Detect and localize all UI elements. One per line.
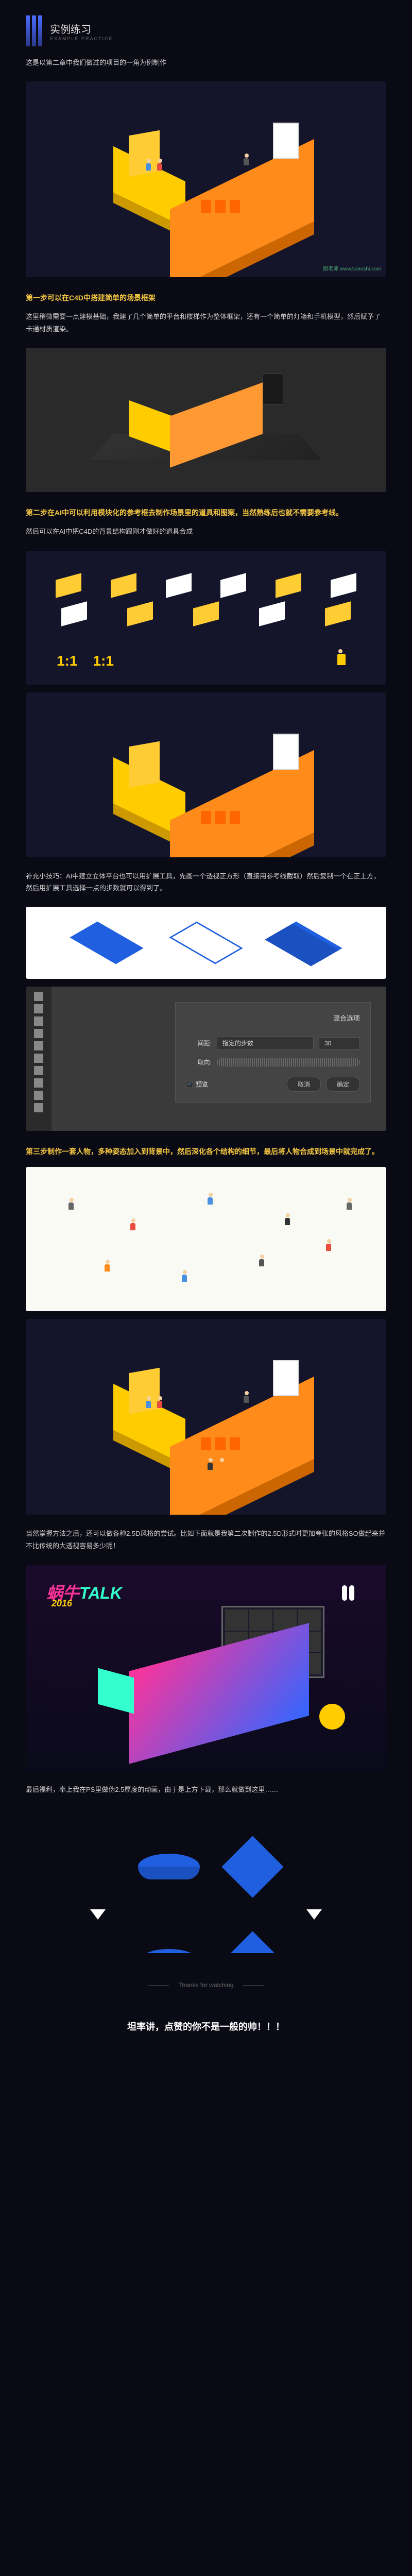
spacing-input[interactable] <box>319 1037 360 1049</box>
watermark: 图老师 www.tulaoshi.com <box>323 264 381 272</box>
ratio-label-2: 1:1 <box>93 653 113 669</box>
preview-checkbox[interactable]: ✓ <box>186 1081 193 1088</box>
step1-title: 第一步可以在C4D中搭建简单的场景框架 <box>0 285 412 306</box>
preview-label: 预览 <box>196 1080 208 1089</box>
footer-tagline: 坦率讲，点赞的你不是一般的帅！！！ <box>0 2009 412 2043</box>
tool-icon[interactable] <box>34 1041 43 1050</box>
transform-demo <box>26 1809 386 1953</box>
tool-icon[interactable] <box>34 1078 43 1088</box>
bunny-ears-icon <box>341 1585 355 1603</box>
header-title: 实例练习 <box>50 21 113 36</box>
blue-squares-demo <box>26 907 386 979</box>
step3-title: 第三步制作一套人物，多种姿态加入到背景中，然后深化各个结构的细节，最后将人物合成… <box>0 1139 412 1159</box>
section-header: 实例练习 EXAMPLE PRACTICE <box>0 0 412 52</box>
step2-title: 第二步在AI中可以利用模块化的参考框去制作场景里的道具和图案，当然熟练后也就不需… <box>0 500 412 520</box>
step2-desc: 然后可以在AI中把C4D的背景结构跟刚才做好的道具合成 <box>0 520 412 543</box>
square-filled <box>70 922 143 964</box>
step1-desc: 这里稍微需要一点建模基础，我建了几个简单的平台和楼梯作为整体框架，还有一个简单的… <box>0 306 412 340</box>
example-render-1: 图老师 www.tulaoshi.com <box>26 81 386 277</box>
orientation-label: 取向: <box>186 1058 212 1066</box>
orientation-slider[interactable] <box>217 1058 360 1066</box>
cylinder-shape <box>138 1949 200 1953</box>
cylinder-shape <box>138 1854 200 1879</box>
components-render: 1:1 1:1 <box>26 551 386 685</box>
tool-icon[interactable] <box>34 1029 43 1038</box>
advanced-desc: 当然掌握方法之后，还可以做各种2.5D风格的尝试。比如下面就是我第二次制作的2.… <box>0 1522 412 1557</box>
people-canvas <box>26 1167 386 1311</box>
logo-icon <box>26 15 42 46</box>
tool-icon[interactable] <box>34 992 43 1001</box>
stage-year: 2016 <box>52 1598 72 1609</box>
bonus-desc: 最后福利，奉上我在PS里做伪2.5厚度的动画，由于是上方下载，那么就做到这里…… <box>0 1778 412 1801</box>
diamond-shape <box>221 1931 283 1953</box>
stage-render: 蜗牛TALK 2016 <box>26 1565 386 1771</box>
tool-icon[interactable] <box>34 1091 43 1100</box>
confirm-button[interactable]: 确定 <box>326 1077 360 1092</box>
cancel-button[interactable]: 取消 <box>287 1077 321 1092</box>
tool-icon[interactable] <box>34 1016 43 1026</box>
spacing-dropdown[interactable]: 指定的步数 <box>217 1036 314 1050</box>
ai-toolbar <box>26 987 52 1131</box>
footer-thanks: Thanks for watching <box>0 1961 412 2009</box>
tool-icon[interactable] <box>34 1066 43 1075</box>
c4d-render <box>26 348 386 492</box>
example-render-2 <box>26 692 386 857</box>
ratio-label-1: 1:1 <box>57 653 77 669</box>
square-stacked <box>269 922 342 964</box>
tool-icon[interactable] <box>34 1054 43 1063</box>
dialog-title: 混合选项 <box>186 1013 360 1028</box>
square-outline <box>169 922 243 964</box>
arrow-down-icon <box>90 1909 106 1920</box>
diamond-shape <box>221 1836 283 1897</box>
ai-blend-dialog: 混合选项 间距: 指定的步数 取向: ✓ 预览 <box>26 987 386 1131</box>
tip-desc: 补充小技巧：AI中建立立体平台也可以用扩展工具，先画一个透视正方形（直接用参考线… <box>0 865 412 900</box>
tool-icon[interactable] <box>34 1004 43 1013</box>
spacing-label: 间距: <box>186 1039 212 1047</box>
arrow-down-icon <box>306 1909 322 1920</box>
intro-text: 这是以第二章中我们做过的项目的一角为例制作 <box>0 52 412 74</box>
final-render <box>26 1319 386 1515</box>
header-subtitle: EXAMPLE PRACTICE <box>50 36 113 41</box>
tool-icon[interactable] <box>34 1103 43 1112</box>
